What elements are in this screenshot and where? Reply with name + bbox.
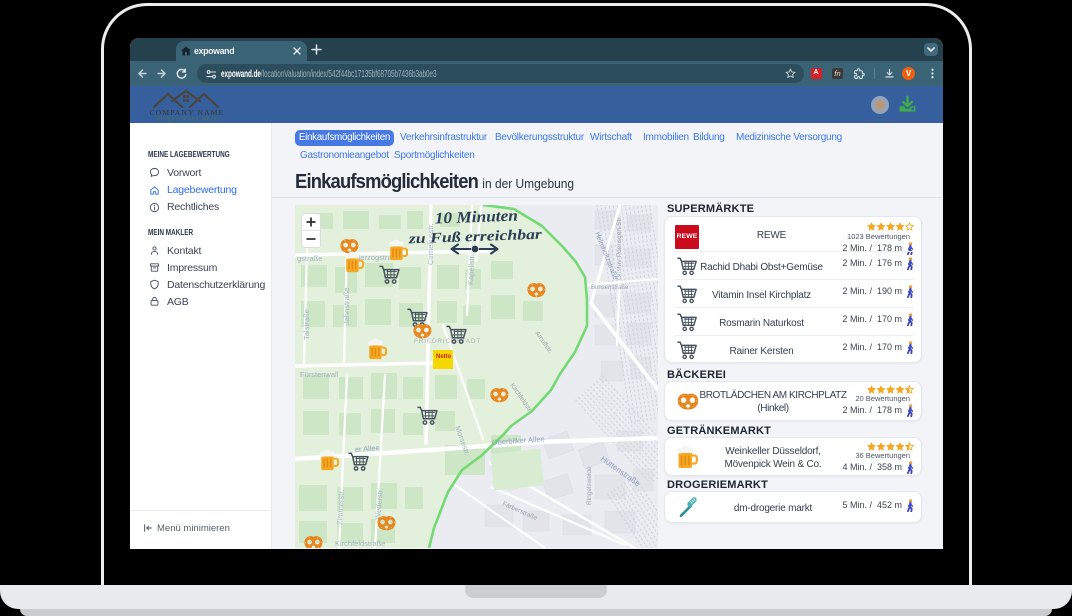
svg-text:Fürstenwall: Fürstenwall [300, 370, 339, 379]
svg-text:Zimmerstr.: Zimmerstr. [335, 489, 346, 525]
svg-text:er Allee: er Allee [355, 443, 381, 454]
svg-text:Netto: Netto [436, 354, 452, 360]
svg-text:Talstraße: Talstraße [302, 309, 311, 340]
svg-text:Bunsenstraße: Bunsenstraße [591, 285, 629, 291]
svg-text:Kapellstr.: Kapellstr. [466, 254, 476, 285]
svg-text:FRIEDRICHSTADT: FRIEDRICHSTADT [414, 338, 481, 345]
svg-text:Jahnstraße: Jahnstraße [342, 287, 351, 325]
svg-text:Ringelsweide: Ringelsweide [586, 466, 593, 505]
svg-text:Gustav-Poensgen-Str.: Gustav-Poensgen-Str. [616, 216, 623, 280]
svg-text:10 Minuten: 10 Minuten [435, 208, 519, 228]
svg-text:Kirchfeldstraße: Kirchfeldstraße [335, 539, 385, 548]
svg-text:gstraße: gstraße [297, 254, 322, 263]
